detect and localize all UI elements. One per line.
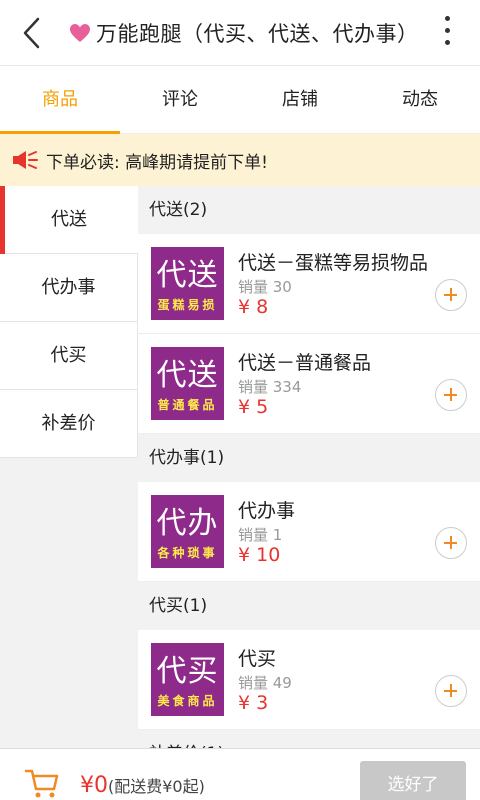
thumbnail-subtitle: 普通餐品 xyxy=(157,398,218,412)
thumbnail-subtitle: 蛋糕易损 xyxy=(157,298,218,312)
thumbnail-title: 代买 xyxy=(156,654,219,689)
app-header: 万能跑腿（代买、代送、代办事） xyxy=(0,0,480,66)
product-price: ¥ 5 xyxy=(238,396,269,418)
add-to-cart-icon[interactable] xyxy=(435,527,467,559)
thumbnail-subtitle: 各种琐事 xyxy=(157,546,218,560)
cart-bar: ¥0(配送费¥0起) 选好了 xyxy=(0,748,480,800)
megaphone-icon xyxy=(13,151,38,169)
product-sales: 销量 30 xyxy=(238,278,292,296)
page-title: 万能跑腿（代买、代送、代办事） xyxy=(96,22,419,46)
product-price: ¥ 10 xyxy=(238,544,281,566)
tab-reviews[interactable]: 评论 xyxy=(120,66,240,133)
notice-text: 下单必读: 高峰期请提前下单! xyxy=(46,152,268,173)
tab-store[interactable]: 店铺 xyxy=(240,66,360,133)
add-to-cart-icon[interactable] xyxy=(435,379,467,411)
thumbnail-title: 代办 xyxy=(156,506,219,541)
category-item-delivery[interactable]: 代送 xyxy=(0,186,138,254)
delivery-fee-note: (配送费¥0起) xyxy=(108,777,205,796)
section-header: 代买(1) xyxy=(138,582,480,630)
header-title-group: 万能跑腿（代买、代送、代办事） xyxy=(68,18,419,48)
category-item-price-difference[interactable]: 补差价 xyxy=(0,390,138,458)
tab-products[interactable]: 商品 xyxy=(0,66,120,134)
notice-banner: 下单必读: 高峰期请提前下单! xyxy=(0,134,480,186)
product-name: 代买 xyxy=(238,648,277,670)
product-name: 代送－蛋糕等易损物品 xyxy=(238,252,429,274)
checkout-button[interactable]: 选好了 xyxy=(360,761,466,800)
product-thumbnail: 代送 蛋糕易损 xyxy=(151,247,224,320)
shopping-cart-icon[interactable] xyxy=(24,767,60,799)
section-header: 代送(2) xyxy=(138,186,480,234)
product-name: 代送－普通餐品 xyxy=(238,352,372,374)
product-item[interactable]: 代送 蛋糕易损 代送－蛋糕等易损物品 销量 30 ¥ 8 xyxy=(138,234,480,334)
product-list[interactable]: 代送(2) 代送 蛋糕易损 代送－蛋糕等易损物品 销量 30 ¥ 8 代送 普通… xyxy=(138,186,480,748)
add-to-cart-icon[interactable] xyxy=(435,279,467,311)
category-sidebar: 代送 代办事 代买 补差价 xyxy=(0,186,138,800)
more-vertical-icon[interactable] xyxy=(442,16,452,52)
product-price: ¥ 8 xyxy=(238,296,269,318)
section-header: 代办事(1) xyxy=(138,434,480,482)
thumbnail-title: 代送 xyxy=(156,358,219,393)
product-item[interactable]: 代买 美食商品 代买 销量 49 ¥ 3 xyxy=(138,630,480,730)
product-item[interactable]: 代送 普通餐品 代送－普通餐品 销量 334 ¥ 5 xyxy=(138,334,480,434)
product-name: 代办事 xyxy=(238,500,296,522)
product-sales: 销量 334 xyxy=(238,378,302,396)
heart-icon xyxy=(70,24,90,42)
product-thumbnail: 代买 美食商品 xyxy=(151,643,224,716)
thumbnail-title: 代送 xyxy=(156,258,219,293)
product-price: ¥ 3 xyxy=(238,692,269,714)
tab-bar: 商品 评论 店铺 动态 xyxy=(0,66,480,134)
product-item[interactable]: 代办 各种琐事 代办事 销量 1 ¥ 10 xyxy=(138,482,480,582)
category-item-purchase[interactable]: 代买 xyxy=(0,322,138,390)
product-thumbnail: 代办 各种琐事 xyxy=(151,495,224,568)
category-item-errands[interactable]: 代办事 xyxy=(0,254,138,322)
chevron-left-icon[interactable] xyxy=(14,13,54,53)
add-to-cart-icon[interactable] xyxy=(435,675,467,707)
section-header: 补差价(1) xyxy=(138,730,480,748)
tab-updates[interactable]: 动态 xyxy=(360,66,480,133)
product-sales: 销量 1 xyxy=(238,526,283,544)
cart-total: ¥0(配送费¥0起) xyxy=(80,773,205,798)
total-price: ¥0 xyxy=(80,773,108,798)
product-thumbnail: 代送 普通餐品 xyxy=(151,347,224,420)
thumbnail-subtitle: 美食商品 xyxy=(157,694,218,708)
product-sales: 销量 49 xyxy=(238,674,292,692)
